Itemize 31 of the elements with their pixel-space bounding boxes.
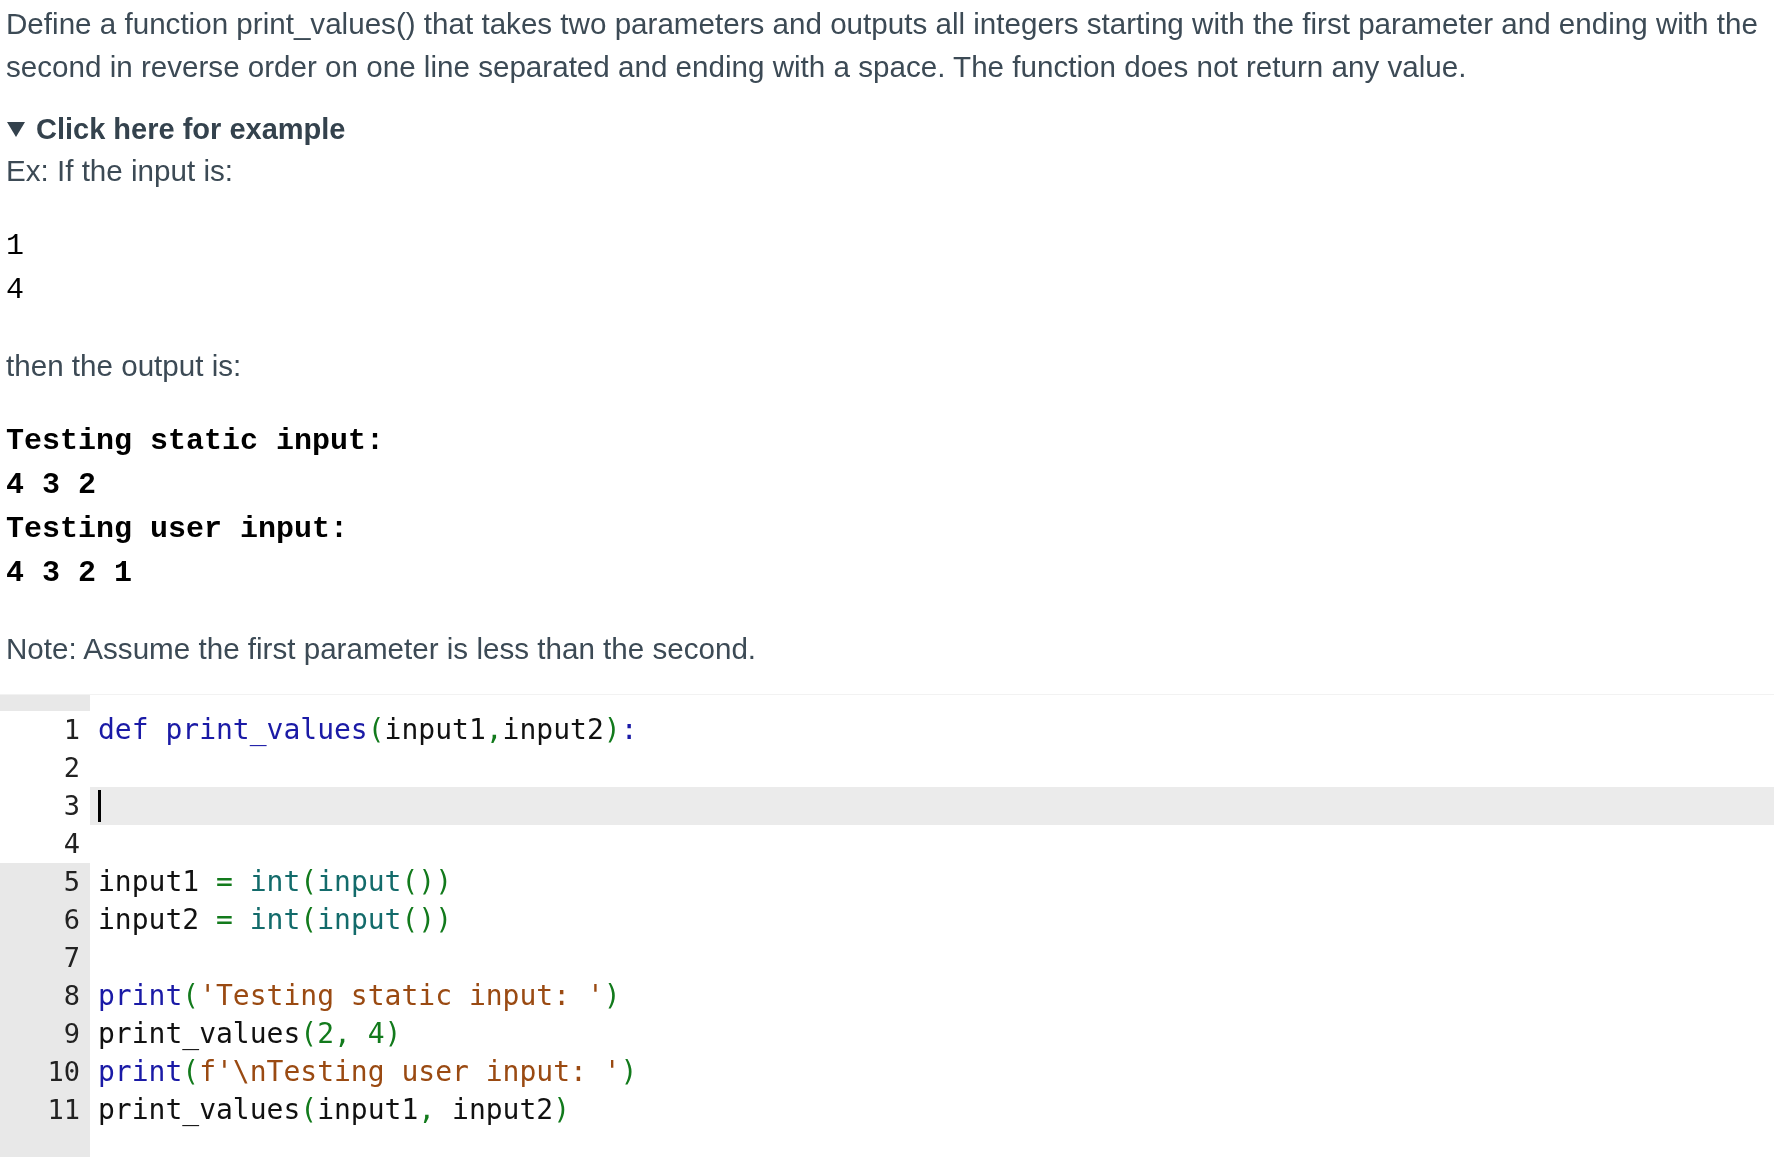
line-number: 4 bbox=[62, 827, 81, 861]
sample-input-text: 4 bbox=[6, 272, 25, 309]
line-number: 6 bbox=[0, 901, 90, 939]
example-toggle[interactable]: Click here for example bbox=[6, 109, 346, 149]
code-line[interactable]: print(f'\nTesting user input: ') bbox=[98, 1053, 638, 1091]
code-line[interactable]: input1 = int(input()) bbox=[98, 863, 453, 901]
line-number: 11 bbox=[0, 1091, 90, 1129]
sample-input-text: 1 bbox=[6, 228, 25, 265]
task-description: Define a function print_values() that takes two parameters and outputs all integers starting with the first parameter and ending with the second in reverse order on one line separated and ending with a space. The function does not return any value. bbox=[6, 6, 1759, 85]
disclosure-triangle-icon bbox=[6, 119, 26, 139]
line-number: 5 bbox=[0, 863, 90, 901]
code-line[interactable]: print('Testing static input: ') bbox=[98, 977, 621, 1015]
code-line[interactable]: print_values(2, 4) bbox=[98, 1015, 402, 1053]
example-text: then the output is: bbox=[6, 348, 243, 384]
sample-output-text: 4 3 2 bbox=[6, 467, 97, 504]
code-line[interactable]: input2 = int(input()) bbox=[98, 901, 453, 939]
example-text: Ex: If the input is: bbox=[6, 153, 234, 189]
line-number: 7 bbox=[0, 939, 90, 977]
sample-output-text: Testing static input: bbox=[6, 423, 386, 460]
line-number: 9 bbox=[0, 1015, 90, 1053]
sample-output-text: Testing user input: bbox=[6, 511, 350, 548]
text-cursor bbox=[98, 790, 101, 822]
code-line[interactable]: def print_values(input1,input2): bbox=[98, 711, 638, 749]
line-number: 8 bbox=[0, 977, 90, 1015]
line-number: 3 bbox=[62, 789, 81, 823]
line-number: 1 bbox=[62, 713, 81, 747]
code-line[interactable]: print_values(input1, input2) bbox=[98, 1091, 571, 1129]
line-number: 10 bbox=[0, 1053, 90, 1091]
line-number: 2 bbox=[62, 751, 81, 785]
note-text: Note: Assume the first parameter is less than the second. bbox=[6, 631, 758, 667]
sample-output-text: 4 3 2 1 bbox=[6, 555, 134, 592]
